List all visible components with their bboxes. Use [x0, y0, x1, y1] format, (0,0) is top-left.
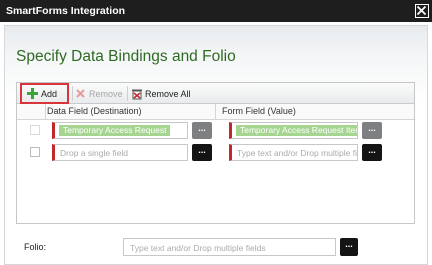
toolbar-separator: [72, 86, 73, 101]
table-row[interactable]: Temporary Access Request ... Temporary A…: [17, 120, 414, 142]
table-row[interactable]: Drop a single field ... Type text and/or…: [17, 142, 414, 164]
data-field-input[interactable]: Temporary Access Request: [52, 122, 188, 139]
ellipsis-button[interactable]: ...: [192, 122, 212, 139]
row-checkbox[interactable]: [30, 147, 40, 157]
bindings-grid: Add Remove Remove All Data Field (Destin…: [16, 82, 415, 224]
column-header-data-field: Data Field (Destination): [47, 106, 142, 116]
remove-all-icon: [131, 88, 142, 100]
remove-button-label: Remove: [89, 88, 123, 99]
field-chip[interactable]: Temporary Access Request Item: [236, 125, 357, 136]
remove-x-icon: [75, 88, 86, 99]
grid-header: Data Field (Destination) Form Field (Val…: [17, 104, 414, 120]
folio-ellipsis-button[interactable]: ...: [340, 238, 358, 256]
form-field-placeholder: Type text and/or Drop multiple fields: [237, 148, 358, 158]
form-field-input[interactable]: Type text and/or Drop multiple fields: [229, 144, 358, 161]
window-title: SmartForms Integration: [6, 5, 126, 17]
column-header-form-field: Form Field (Value): [222, 106, 296, 116]
ellipsis-button[interactable]: ...: [362, 144, 382, 161]
remove-all-button[interactable]: Remove All: [131, 85, 191, 102]
plus-icon: [27, 88, 38, 99]
ellipsis-button[interactable]: ...: [192, 144, 212, 161]
row-checkbox[interactable]: [30, 125, 40, 135]
header-select-column: [17, 104, 46, 119]
toolbar-separator: [127, 86, 128, 101]
folio-input[interactable]: Type text and/or Drop multiple fields: [123, 238, 336, 256]
form-field-input[interactable]: Temporary Access Request Item: [229, 122, 358, 139]
field-chip[interactable]: Temporary Access Request: [59, 125, 171, 136]
ellipsis-button[interactable]: ...: [362, 122, 382, 139]
grid-toolbar: Add Remove Remove All: [17, 83, 414, 104]
folio-label: Folio:: [24, 242, 47, 252]
remove-button[interactable]: Remove: [75, 85, 123, 102]
add-button-label: Add: [41, 88, 58, 99]
page-title: Specify Data Bindings and Folio: [16, 48, 236, 65]
data-field-input[interactable]: Drop a single field: [52, 144, 188, 161]
title-bar: SmartForms Integration: [0, 0, 432, 22]
column-divider: [215, 104, 216, 119]
close-icon[interactable]: [415, 4, 429, 18]
add-button[interactable]: Add: [20, 83, 69, 104]
folio-placeholder: Type text and/or Drop multiple fields: [130, 243, 266, 253]
data-field-placeholder: Drop a single field: [60, 148, 129, 158]
remove-all-button-label: Remove All: [145, 88, 191, 99]
